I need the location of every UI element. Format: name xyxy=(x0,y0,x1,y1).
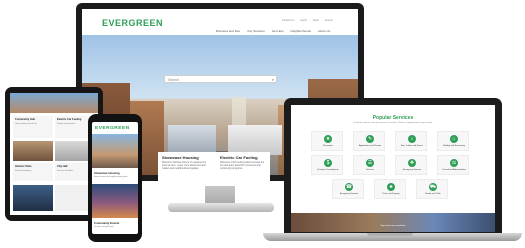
laptop-footer-image: Sign up for our newsletter xyxy=(291,213,495,232)
phone-item-title[interactable]: Showcase Housing xyxy=(94,171,120,175)
tablet-card[interactable]: Community Hub Latest updates from the ci… xyxy=(13,116,53,138)
phone-logo[interactable]: EVERGREEN xyxy=(95,126,130,131)
top-link-contact[interactable]: Contact Us xyxy=(282,19,294,22)
card-image-ev xyxy=(228,125,282,155)
service-label: Council and Administration xyxy=(442,169,466,171)
service-label: Applications and Permits xyxy=(358,145,381,147)
service-label: Arts, Culture and Events xyxy=(401,145,423,147)
services-subtitle: Find quick answers and city services in … xyxy=(353,122,433,124)
tablet-card-title: City Hall xyxy=(57,165,68,168)
site-header: EVERGREEN Contact Us Alerts News Events … xyxy=(82,9,358,36)
service-label: Parks and Property xyxy=(382,193,400,195)
service-label: Emergency Services xyxy=(339,193,359,195)
tablet-card-title: Electric Car Fueling xyxy=(57,118,82,121)
tablet-hero-image xyxy=(10,93,98,113)
phone-device: EVERGREEN Showcase Housing Browse homes … xyxy=(88,114,142,242)
card-image-housing xyxy=(168,125,216,155)
card-text-housing: Welcome. Browse homes of excellent city … xyxy=(162,161,207,171)
laptop-screen: Popular Services Find quick answers and … xyxy=(291,105,495,232)
tablet-screen: Community Hub Latest updates from the ci… xyxy=(10,93,98,215)
nav-item-neighborhoods[interactable]: Neighborhoods xyxy=(291,29,311,33)
nav-item-city-services[interactable]: City Services xyxy=(247,29,265,33)
top-link-news[interactable]: News xyxy=(313,19,319,22)
service-tile-emergency[interactable]: ✚ Emergency Services xyxy=(395,155,427,175)
list-icon: ☰ xyxy=(366,159,374,167)
service-label: Services xyxy=(366,169,374,171)
service-tile-recreation[interactable]: ★ Recreation xyxy=(311,131,343,151)
search-icon[interactable]: ⌕ xyxy=(272,77,274,82)
phone-item-text: Festivals and gatherings xyxy=(94,226,114,228)
laptop-lid: Popular Services Find quick answers and … xyxy=(284,98,502,233)
tablet-card-title: Historic Sites xyxy=(15,165,32,168)
main-nav: Business and Dev City Services Get Help … xyxy=(216,29,330,33)
phone-hero-image xyxy=(92,134,138,168)
top-link-events[interactable]: Events xyxy=(325,19,333,22)
service-tile-emergency-2[interactable]: ☎ Emergency Services xyxy=(332,179,364,199)
phone-festival-image xyxy=(92,184,138,218)
dollar-icon: $ xyxy=(324,159,332,167)
site-logo[interactable]: EVERGREEN xyxy=(102,18,163,28)
service-tile-parks[interactable]: ♣ Parks and Property xyxy=(374,179,406,199)
tablet-card-text: Latest updates from the city xyxy=(15,123,38,125)
service-tile-roads[interactable]: ⛟ Roads and Traffic xyxy=(416,179,448,199)
phone-icon: ☎ xyxy=(345,183,353,191)
service-tile-services[interactable]: ☰ Services xyxy=(353,155,385,175)
house-icon: ⌂ xyxy=(450,135,458,143)
service-label: Building and Renovating xyxy=(443,145,465,147)
services-title: Popular Services xyxy=(372,115,414,121)
phone-item-text: Browse homes and neighbourhood guides xyxy=(94,176,128,178)
top-link-alerts[interactable]: Alerts xyxy=(300,19,306,22)
newsletter-signup-link[interactable]: Sign up for our newsletter xyxy=(291,225,495,227)
nav-item-about[interactable]: About Us xyxy=(318,29,330,33)
tablet-card-title: Community Hub xyxy=(15,118,36,121)
service-label: Roads and Traffic xyxy=(425,193,441,195)
service-label: Emergency Services xyxy=(402,169,422,171)
music-icon: ♪ xyxy=(408,135,416,143)
search-input[interactable]: Search ⌕ xyxy=(164,75,277,83)
card-title-ev[interactable]: Electric Car Fueling xyxy=(220,155,258,160)
service-label: Recreation xyxy=(323,145,333,147)
top-links: Contact Us Alerts News Events xyxy=(282,19,333,22)
card-text-ev: Welcome. Find fueling stations across th… xyxy=(220,161,265,171)
star-icon: ★ xyxy=(324,135,332,143)
service-label: Economic Development xyxy=(317,169,339,171)
nav-item-business[interactable]: Business and Dev xyxy=(216,29,240,33)
tree-icon: ♣ xyxy=(387,183,395,191)
service-tile-arts[interactable]: ♪ Arts, Culture and Events xyxy=(395,131,427,151)
nav-item-get-help[interactable]: Get Help xyxy=(272,29,284,33)
service-tile-permits[interactable]: ✎ Applications and Permits xyxy=(353,131,385,151)
tablet-card-text: Visit local landmarks xyxy=(15,170,32,172)
card-title-housing[interactable]: Showcase Housing xyxy=(162,155,199,160)
laptop-notch xyxy=(367,233,413,236)
scales-icon: ⚖ xyxy=(450,159,458,167)
service-tile-building[interactable]: ⌂ Building and Renovating xyxy=(437,131,469,151)
service-tile-economic[interactable]: $ Economic Development xyxy=(311,155,343,175)
truck-icon: ⛟ xyxy=(429,183,437,191)
pencil-icon: ✎ xyxy=(366,135,374,143)
search-placeholder: Search xyxy=(168,78,180,82)
monitor-stand-base xyxy=(168,203,274,212)
tablet-image-night xyxy=(13,185,53,211)
tablet-card[interactable]: Historic Sites Visit local landmarks xyxy=(13,163,53,181)
phone-item-title[interactable]: Community Events xyxy=(94,221,119,225)
feature-cards-text: Showcase Housing Welcome. Browse homes o… xyxy=(158,152,270,186)
tablet-image-historic xyxy=(13,141,53,161)
phone-screen: EVERGREEN Showcase Housing Browse homes … xyxy=(92,122,138,234)
medical-cross-icon: ✚ xyxy=(408,159,416,167)
service-tile-council[interactable]: ⚖ Council and Administration xyxy=(437,155,469,175)
